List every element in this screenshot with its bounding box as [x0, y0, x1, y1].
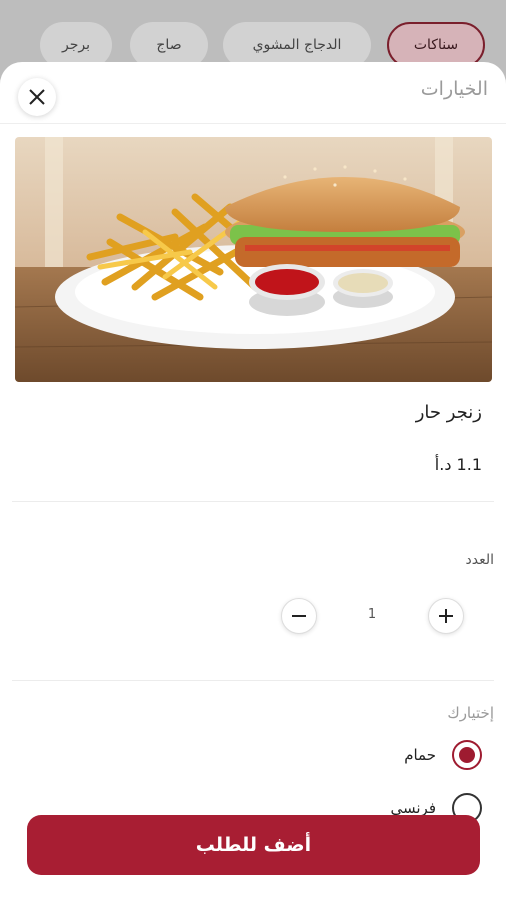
option-radio-selected[interactable] [452, 740, 482, 770]
options-label: إختيارك [447, 704, 494, 722]
decrease-quantity-button[interactable] [281, 598, 317, 634]
quantity-value: 1 [367, 607, 377, 622]
divider [12, 501, 494, 502]
product-name: زنجر حار [415, 402, 482, 423]
option-label: حمام [404, 746, 436, 764]
quantity-label: العدد [465, 552, 495, 568]
increase-quantity-button[interactable] [428, 598, 464, 634]
divider [12, 680, 494, 681]
plus-icon [439, 609, 453, 623]
option-row[interactable]: حمام [404, 740, 482, 770]
close-icon [29, 89, 45, 105]
sheet-title: الخيارات [420, 78, 488, 100]
product-price: 1.1 د.أ [434, 455, 482, 474]
close-button[interactable] [18, 78, 56, 116]
options-sheet: الخيارات زنجر حار 1.1 د.أ العدد 1 إختيار… [0, 62, 506, 900]
radio-dot [459, 747, 475, 763]
minus-icon [292, 615, 306, 617]
add-to-order-button[interactable]: أضف للطلب [27, 815, 480, 875]
product-image [15, 137, 492, 382]
sheet-header: الخيارات [0, 62, 506, 124]
